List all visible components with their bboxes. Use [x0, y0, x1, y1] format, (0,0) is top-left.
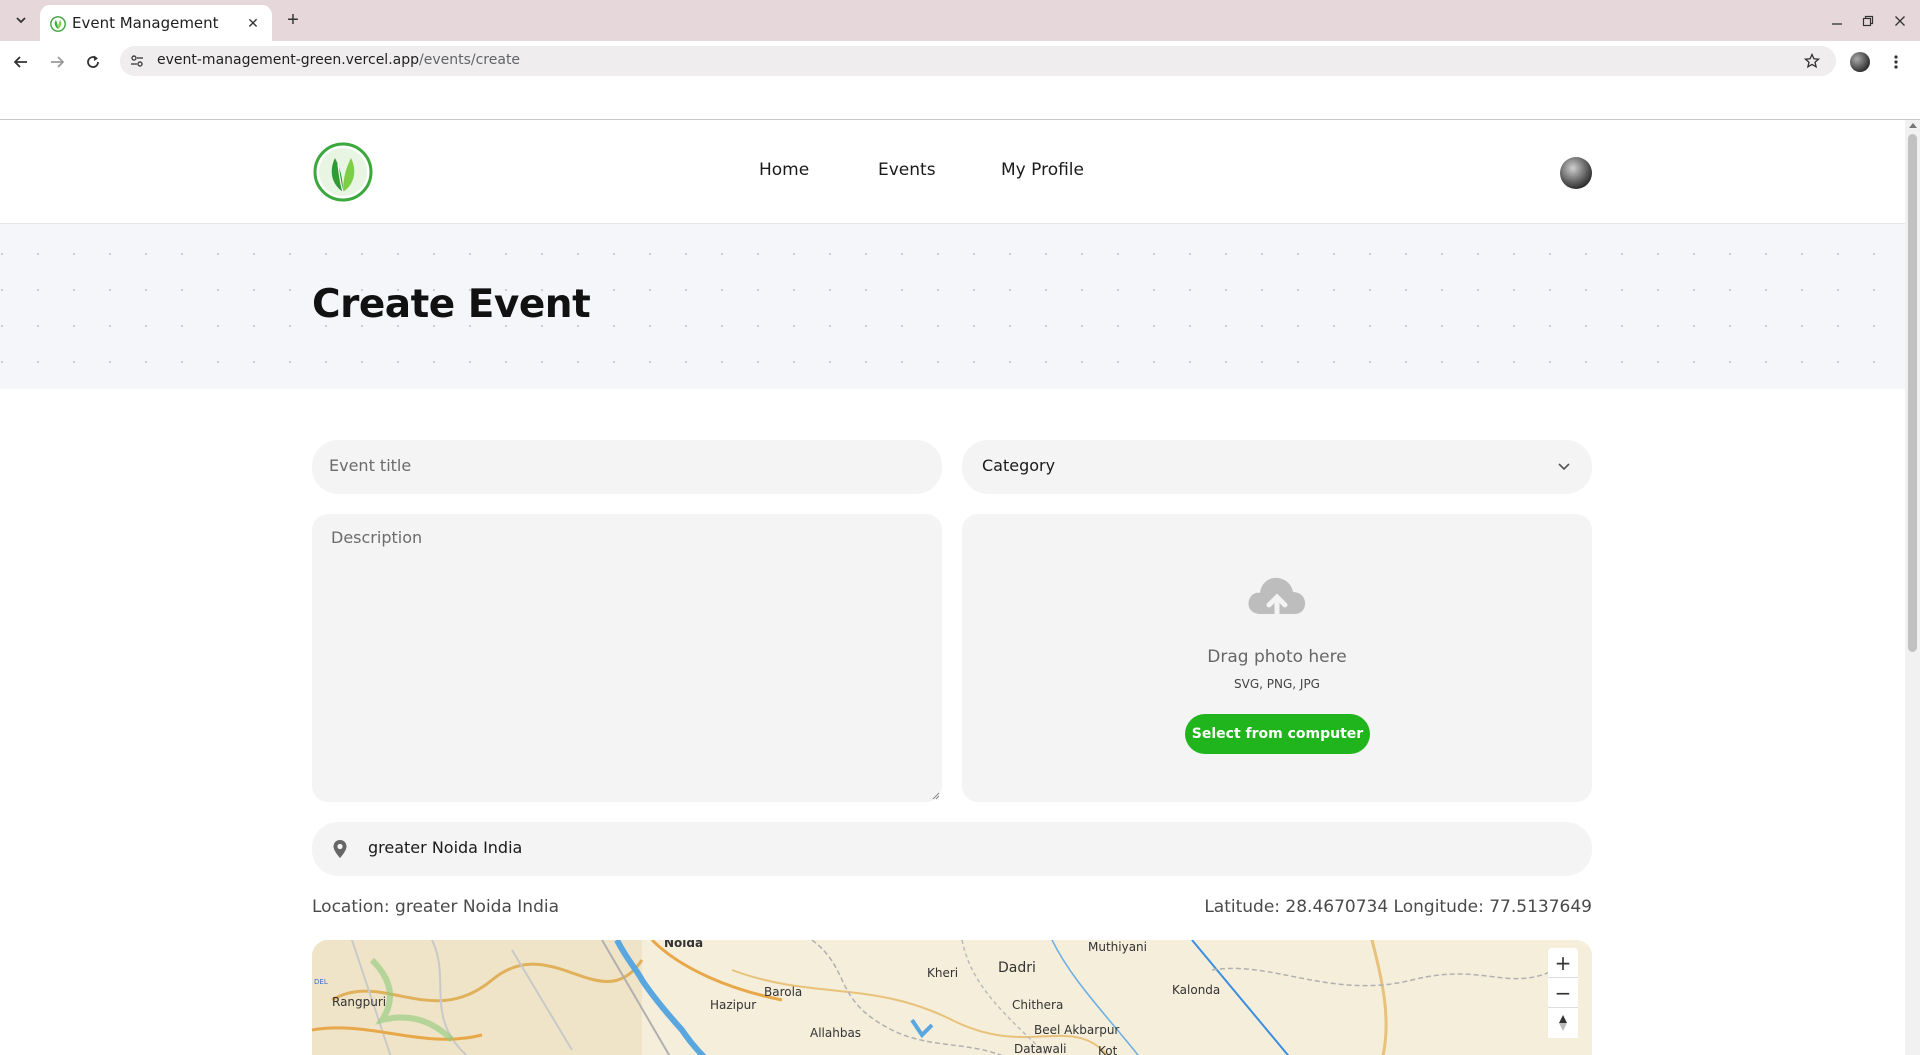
close-window-icon[interactable]	[1889, 10, 1911, 32]
browser-toolbar: event-management-green.vercel.app/events…	[0, 41, 1920, 81]
location-input[interactable]: greater Noida India	[312, 822, 1592, 876]
accepted-formats-text: SVG, PNG, JPG	[1234, 677, 1320, 691]
map-label-hazipur: Hazipur	[710, 998, 757, 1012]
coordinates-caption: Latitude: 28.4670734 Longitude: 77.51376…	[1204, 897, 1592, 917]
new-tab-plus-icon[interactable]: +	[282, 9, 304, 31]
map-label-kot: Kot	[1098, 1044, 1118, 1055]
url-text: event-management-green.vercel.app/events…	[157, 52, 520, 68]
map-label-beel-akbarpur: Beel Akbarpur	[1034, 1023, 1120, 1037]
category-selected-value: Category	[982, 456, 1056, 475]
photo-dropzone[interactable]: Drag photo here SVG, PNG, JPG Select fro…	[962, 514, 1592, 802]
description-placeholder: Description	[331, 528, 423, 547]
nav-events-link[interactable]: Events	[878, 160, 936, 180]
drag-photo-text: Drag photo here	[1207, 647, 1347, 667]
url-host: event-management-green.vercel.app	[157, 52, 419, 68]
scrollbar-thumb[interactable]	[1908, 134, 1917, 652]
map-label-muthiyani: Muthiyani	[1088, 940, 1147, 954]
zoom-out-button[interactable]: −	[1548, 978, 1578, 1008]
address-bar[interactable]: event-management-green.vercel.app/events…	[120, 46, 1836, 76]
cloud-upload-icon	[1248, 577, 1306, 627]
site-settings-icon[interactable]	[130, 54, 144, 68]
map-label-del: DEL	[314, 978, 328, 986]
map-label-dadri: Dadri	[998, 960, 1036, 976]
description-textarea[interactable]: Description	[312, 514, 942, 802]
bookmark-bar	[0, 81, 1920, 120]
leaf-favicon-icon	[50, 16, 66, 32]
site-header: Home Events My Profile	[0, 120, 1905, 224]
reload-icon[interactable]	[80, 49, 106, 75]
event-title-placeholder: Event title	[329, 456, 412, 475]
bookmark-star-icon[interactable]	[1802, 51, 1822, 71]
category-select[interactable]: Category	[962, 440, 1592, 494]
url-path: /events/create	[419, 52, 521, 68]
select-from-computer-button[interactable]: Select from computer	[1185, 714, 1370, 754]
location-map[interactable]: Noida Rangpuri Hazipur Barola Allahbas K…	[312, 940, 1592, 1055]
page-hero: Create Event	[0, 224, 1905, 389]
event-title-input[interactable]: Event title	[312, 440, 942, 494]
map-label-kheri: Kheri	[927, 966, 959, 980]
map-label-chithera: Chithera	[1012, 998, 1064, 1012]
map-label-barola: Barola	[764, 985, 803, 999]
back-arrow-icon[interactable]	[8, 49, 34, 75]
map-label-rangpuri: Rangpuri	[332, 995, 387, 1009]
page-title: Create Event	[312, 282, 591, 327]
browser-menu-icon[interactable]	[1888, 51, 1904, 73]
map-label-allahbas: Allahbas	[810, 1026, 862, 1040]
location-value: greater Noida India	[368, 838, 523, 857]
chevron-down-icon	[1558, 463, 1570, 471]
map-pin-icon	[333, 840, 347, 858]
scroll-up-arrow-icon[interactable]	[1909, 123, 1917, 128]
location-caption: Location: greater Noida India	[312, 897, 560, 917]
user-avatar[interactable]	[1560, 157, 1592, 189]
nav-home-link[interactable]: Home	[759, 160, 809, 180]
tab-title: Event Management	[72, 14, 219, 32]
leaf-logo-icon[interactable]	[313, 142, 373, 202]
zoom-in-button[interactable]: +	[1548, 948, 1578, 978]
map-label-kalonda: Kalonda	[1172, 983, 1221, 997]
browser-profile-avatar[interactable]	[1850, 52, 1870, 72]
map-label-datawali: Datawali	[1014, 1042, 1067, 1055]
forward-arrow-icon[interactable]	[44, 49, 70, 75]
page-viewport: Home Events My Profile Create Event Even…	[0, 120, 1905, 1055]
map-label-noida: Noida	[664, 940, 704, 950]
browser-tabstrip: Event Management ✕ +	[0, 0, 1920, 41]
resize-grip-icon[interactable]	[930, 790, 940, 800]
restore-icon[interactable]	[1857, 10, 1879, 32]
compass-reset-north-icon[interactable]	[1548, 1008, 1578, 1038]
minimize-icon[interactable]	[1826, 10, 1848, 32]
page-scrollbar[interactable]	[1905, 120, 1920, 1055]
tab-list-chevron-icon[interactable]	[10, 9, 32, 31]
tab-close-icon[interactable]: ✕	[244, 14, 262, 32]
browser-tab-active[interactable]: Event Management ✕	[40, 5, 272, 41]
map-tiles	[312, 940, 1592, 1055]
nav-my-profile-link[interactable]: My Profile	[1001, 160, 1084, 180]
